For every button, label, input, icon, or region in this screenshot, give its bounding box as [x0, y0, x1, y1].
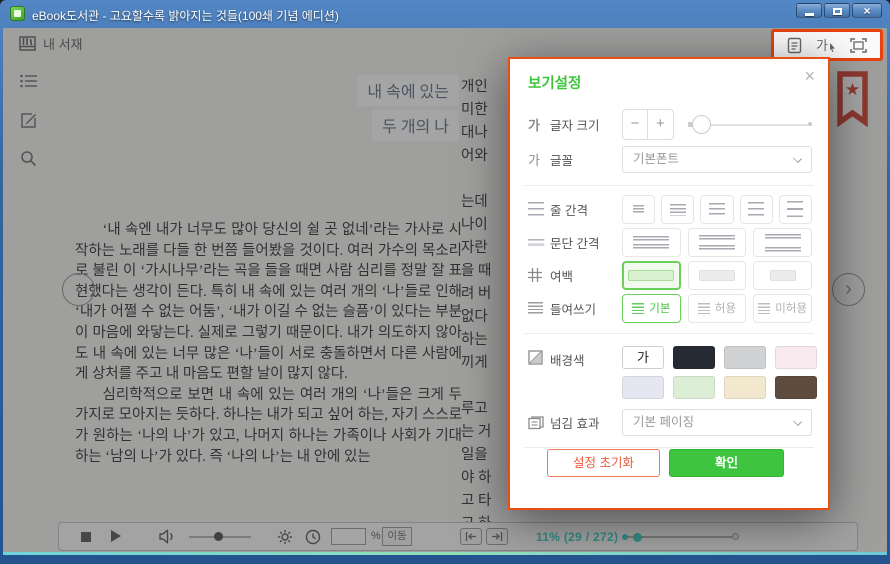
margin-option-1-selected[interactable]: [622, 261, 681, 290]
line-spacing-label: 줄 간격: [550, 200, 622, 219]
font-size-stepper: − +: [622, 109, 674, 140]
line-spacing-icon: [528, 202, 550, 217]
divider: [524, 333, 814, 334]
page-info-button[interactable]: [787, 37, 802, 54]
bg-swatch-gray[interactable]: [724, 346, 766, 369]
titlebar: eBook도서관 - 고요할수록 밝아지는 것들(100쇄 기념 에디션) ×: [0, 0, 890, 28]
bg-swatch-cream[interactable]: [724, 376, 766, 399]
indent-option-label: 기본: [649, 300, 670, 316]
line-spacing-option-3[interactable]: [700, 195, 733, 224]
app-window: eBook도서관 - 고요할수록 밝아지는 것들(100쇄 기념 에디션) × …: [0, 0, 890, 564]
indent-option-label: 미허용: [775, 300, 807, 316]
panel-title: 보기설정: [528, 72, 581, 93]
divider: [524, 185, 814, 186]
background-color-label: 배경색: [550, 350, 622, 369]
font-char: 가: [816, 39, 828, 52]
indent-option-allow[interactable]: 허용: [688, 294, 747, 323]
bg-swatch-green[interactable]: [673, 376, 715, 399]
font-size-label: 글자 크기: [550, 115, 622, 134]
page-effect-value: 기본 페이징: [633, 415, 694, 429]
indent-option-default-selected[interactable]: 기본: [622, 294, 681, 323]
font-size-icon: 가: [528, 115, 550, 134]
close-icon: ×: [853, 4, 881, 18]
close-button[interactable]: ×: [852, 3, 882, 18]
line-spacing-option-5[interactable]: [779, 195, 812, 224]
page-effect-icon: [528, 416, 550, 430]
bg-swatch-brown[interactable]: [775, 376, 817, 399]
font-size-slider-knob[interactable]: [692, 115, 711, 134]
panel-close-button[interactable]: ×: [804, 67, 815, 85]
reader-content: 내 서재 내 속에 있는 두 개의 나: [3, 28, 887, 552]
bg-swatch-lavender[interactable]: [622, 376, 664, 399]
page-effect-select[interactable]: 기본 페이징: [622, 409, 812, 436]
indent-option-label: 허용: [715, 300, 736, 316]
view-settings-button[interactable]: 가: [816, 39, 836, 52]
background-color-icon: [528, 350, 550, 365]
font-family-icon: 가: [528, 150, 550, 169]
chevron-down-icon: [793, 417, 802, 426]
paragraph-spacing-label: 문단 간격: [550, 233, 622, 252]
bg-swatch-white[interactable]: 가: [622, 346, 664, 369]
indent-icon: [528, 302, 550, 315]
bg-swatch-dark[interactable]: [673, 346, 715, 369]
indent-label: 들여쓰기: [550, 299, 622, 318]
margin-option-3[interactable]: [753, 261, 812, 290]
page-effect-label: 넘김 효과: [550, 413, 622, 432]
confirm-button[interactable]: 확인: [669, 449, 784, 477]
chevron-down-icon: [793, 154, 802, 163]
margin-label: 여백: [550, 266, 622, 285]
line-spacing-option-1[interactable]: [622, 195, 655, 224]
indent-lines-icon: [632, 303, 644, 314]
app-logo-icon: [10, 6, 25, 21]
divider: [524, 447, 814, 448]
paragraph-spacing-option-2[interactable]: [688, 228, 747, 257]
margin-icon: [528, 268, 550, 282]
minimize-icon: [805, 13, 814, 16]
indent-lines-icon: [758, 303, 770, 314]
fullscreen-icon: [850, 38, 867, 53]
fullscreen-button[interactable]: [850, 38, 867, 53]
panel-actions: 설정 초기화 확인: [510, 449, 828, 477]
indent-option-disallow[interactable]: 미허용: [753, 294, 812, 323]
background-color-swatches: 가: [622, 346, 817, 399]
frame-sheen: [3, 552, 887, 555]
minimize-button[interactable]: [796, 3, 822, 18]
maximize-button[interactable]: [824, 3, 850, 18]
indent-lines-icon: [698, 303, 710, 314]
window-title: eBook도서관 - 고요할수록 밝아지는 것들(100쇄 기념 에디션): [32, 7, 339, 24]
bg-swatch-pink[interactable]: [775, 346, 817, 369]
cursor-icon: [829, 43, 836, 52]
font-family-select[interactable]: 기본폰트: [622, 146, 812, 173]
document-icon: [787, 37, 802, 54]
font-size-increase-button[interactable]: +: [648, 110, 673, 139]
font-size-decrease-button[interactable]: −: [623, 110, 648, 139]
slider-max-dot: [808, 122, 812, 126]
line-spacing-option-2[interactable]: [661, 195, 694, 224]
paragraph-spacing-option-1[interactable]: [622, 228, 681, 257]
maximize-icon: [833, 8, 842, 15]
paragraph-spacing-option-3[interactable]: [753, 228, 812, 257]
font-size-slider: [688, 110, 812, 139]
reset-settings-button[interactable]: 설정 초기화: [547, 449, 660, 477]
line-spacing-option-4[interactable]: [740, 195, 773, 224]
font-family-label: 글꼴: [550, 150, 622, 169]
margin-option-2[interactable]: [688, 261, 747, 290]
view-settings-panel: 보기설정 × 가 글자 크기 − +: [508, 57, 830, 510]
paragraph-spacing-icon: [528, 235, 550, 250]
font-family-value: 기본폰트: [633, 152, 679, 166]
